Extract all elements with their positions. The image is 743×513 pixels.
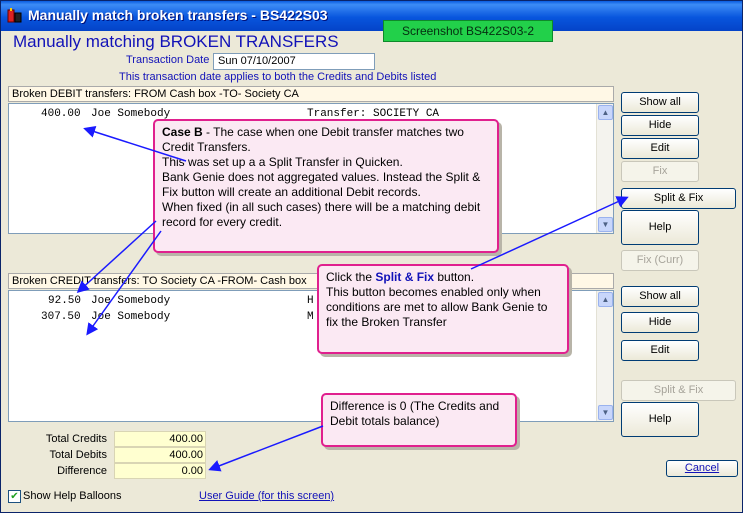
total-credits-label: Total Credits	[45, 433, 107, 445]
credit-row-memo[interactable]: H	[307, 295, 314, 307]
credit-show-all-button[interactable]: Show all	[621, 286, 699, 307]
scroll-up-icon[interactable]: ▲	[598, 292, 613, 307]
split-callout-pre: Click the	[326, 270, 376, 284]
debit-panel-header: Broken DEBIT transfers: FROM Cash box -T…	[8, 86, 614, 102]
transaction-date-note: This transaction date applies to both th…	[119, 71, 437, 83]
credit-hide-button[interactable]: Hide	[621, 312, 699, 333]
debit-scrollbar[interactable]: ▲ ▼	[596, 104, 613, 233]
credit-split-fix-button[interactable]: Split & Fix	[621, 380, 736, 401]
credit-row-memo[interactable]: M	[307, 311, 314, 323]
total-debits-value: 400.00	[114, 447, 206, 463]
case-b-callout: Case B - The case when one Debit transfe…	[153, 119, 499, 253]
split-callout-rest: This button becomes enabled only when co…	[326, 285, 548, 329]
title-bar[interactable]: Manually match broken transfers - BS422S…	[1, 1, 742, 31]
case-b-line-4: When fixed (in all such cases) there wil…	[162, 200, 481, 229]
case-b-line-3: Bank Genie does not aggregated values. I…	[162, 170, 481, 199]
credit-edit-button[interactable]: Edit	[621, 340, 699, 361]
cancel-button[interactable]: Cancel	[666, 460, 738, 477]
debit-show-all-button[interactable]: Show all	[621, 92, 699, 113]
difference-value: 0.00	[114, 463, 206, 479]
credit-row-name[interactable]: Joe Somebody	[91, 311, 170, 323]
debit-row-amount[interactable]: 400.00	[41, 108, 81, 120]
app-icon	[7, 8, 22, 23]
window-title: Manually match broken transfers - BS422S…	[28, 7, 328, 23]
user-guide-link[interactable]: User Guide (for this screen)	[199, 490, 334, 502]
match-transfers-window: Manually match broken transfers - BS422S…	[0, 0, 743, 513]
transaction-date-field[interactable]: Sun 07/10/2007	[213, 53, 375, 70]
scroll-down-icon[interactable]: ▼	[598, 405, 613, 420]
debit-fix-button[interactable]: Fix	[621, 161, 699, 182]
split-callout-bold: Split & Fix	[375, 270, 435, 284]
case-b-title: Case B	[162, 125, 203, 139]
case-b-intro: - The case when one Debit transfer match…	[162, 125, 464, 154]
show-help-label[interactable]: Show Help Balloons	[23, 490, 121, 502]
page-title: Manually matching BROKEN TRANSFERS	[13, 32, 339, 51]
scroll-up-icon[interactable]: ▲	[598, 105, 613, 120]
debit-hide-button[interactable]: Hide	[621, 115, 699, 136]
split-fix-callout: Click the Split & Fix button. This butto…	[317, 264, 569, 354]
debit-edit-button[interactable]: Edit	[621, 138, 699, 159]
difference-label: Difference	[57, 465, 107, 477]
credit-row-amount[interactable]: 92.50	[48, 295, 81, 307]
debit-split-fix-button[interactable]: Split & Fix	[621, 188, 736, 209]
credit-row-amount[interactable]: 307.50	[41, 311, 81, 323]
split-callout-post: button.	[434, 270, 475, 284]
total-credits-value: 400.00	[114, 431, 206, 447]
credit-row-name[interactable]: Joe Somebody	[91, 295, 170, 307]
difference-callout-text: Difference is 0 (The Credits and Debit t…	[330, 399, 500, 428]
scroll-down-icon[interactable]: ▼	[598, 217, 613, 232]
transaction-date-label: Transaction Date	[126, 54, 210, 66]
fix-curr-button[interactable]: Fix (Curr)	[621, 250, 699, 271]
show-help-checkbox[interactable]: ✔	[8, 490, 21, 503]
case-b-line-2: This was set up a a Split Transfer in Qu…	[162, 155, 403, 169]
debit-help-button[interactable]: Help	[621, 210, 699, 245]
credit-help-button[interactable]: Help	[621, 402, 699, 437]
credit-scrollbar[interactable]: ▲ ▼	[596, 291, 613, 421]
screenshot-tag: Screenshot BS422S03-2	[383, 20, 553, 42]
total-debits-label: Total Debits	[49, 449, 107, 461]
arrow-to-difference	[208, 425, 324, 472]
difference-callout: Difference is 0 (The Credits and Debit t…	[321, 393, 517, 447]
